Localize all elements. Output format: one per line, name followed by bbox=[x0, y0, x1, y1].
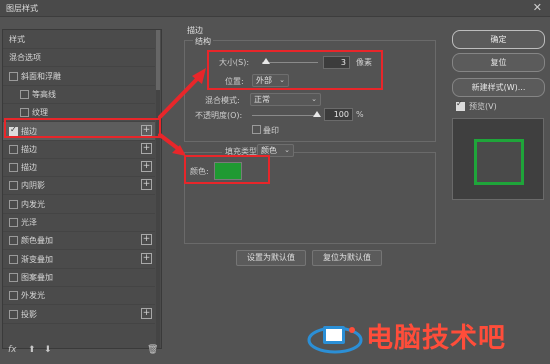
watermark-logo-icon bbox=[307, 326, 363, 354]
arrow-to-structure bbox=[158, 74, 202, 119]
arrow-to-fill bbox=[158, 133, 182, 152]
annotation-arrows bbox=[158, 68, 206, 156]
watermark-text: 电脑技术吧 bbox=[366, 323, 506, 354]
